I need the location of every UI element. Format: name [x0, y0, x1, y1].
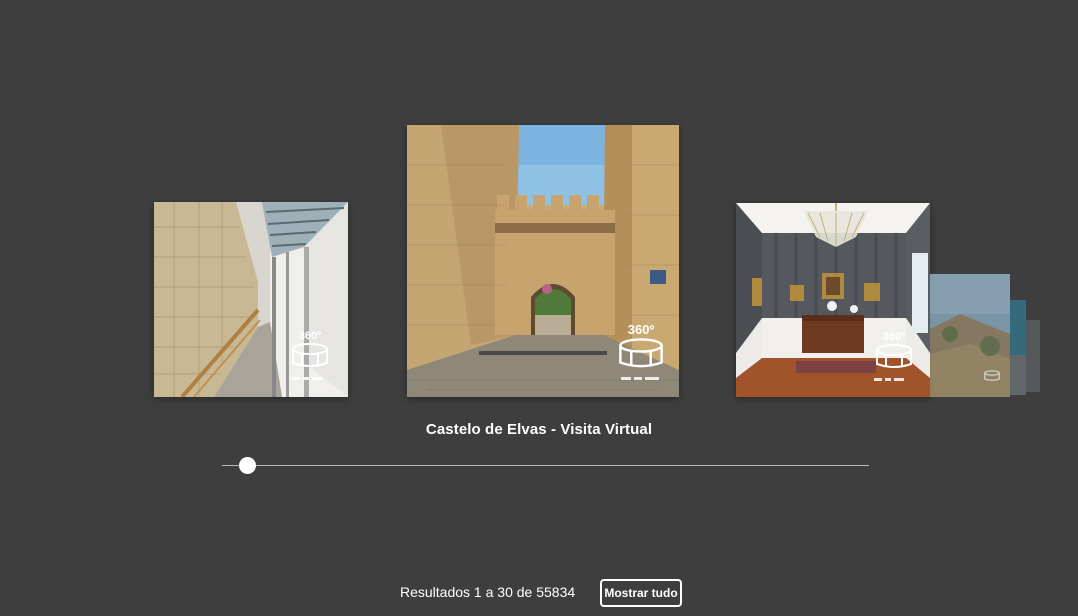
- panorama-icon: [292, 343, 328, 367]
- panorama-icon: [984, 370, 1000, 381]
- active-item-title[interactable]: Castelo de Elvas - Visita Virtual: [0, 421, 1078, 438]
- carousel-slider-track[interactable]: [222, 465, 869, 466]
- carousel-card-left[interactable]: 360º: [154, 202, 348, 397]
- 360-badge: [980, 370, 1004, 382]
- 360-badge: 360º: [615, 322, 667, 371]
- 360-badge: 360º: [288, 330, 332, 370]
- sponsor-logos: [292, 377, 322, 380]
- landscape-image: [1010, 300, 1026, 395]
- carousel-card-far[interactable]: [1010, 300, 1026, 395]
- carousel-slider-thumb[interactable]: [239, 457, 256, 474]
- 360-badge: 360º: [872, 331, 916, 371]
- 360-badge-label: 360º: [298, 330, 322, 342]
- carousel-card-center[interactable]: 360º: [407, 125, 679, 397]
- landscape-image: [1026, 320, 1040, 392]
- 360-badge-label: 360º: [627, 322, 655, 337]
- carousel-card-right[interactable]: 360º: [736, 203, 930, 397]
- carousel-stage: 360º 360º 360º Castelo de Elvas - Visita…: [0, 0, 1078, 616]
- sponsor-logos: [621, 377, 659, 380]
- sponsor-logos: [874, 378, 904, 381]
- results-count: Resultados 1 a 30 de 55834: [400, 584, 576, 600]
- carousel-card-far[interactable]: [1026, 320, 1040, 392]
- carousel-card-far[interactable]: [930, 274, 1010, 397]
- panorama-icon: [876, 344, 912, 368]
- 360-badge-label: 360º: [882, 331, 906, 343]
- panorama-icon: [619, 338, 663, 368]
- show-all-button[interactable]: Mostrar tudo: [600, 579, 682, 607]
